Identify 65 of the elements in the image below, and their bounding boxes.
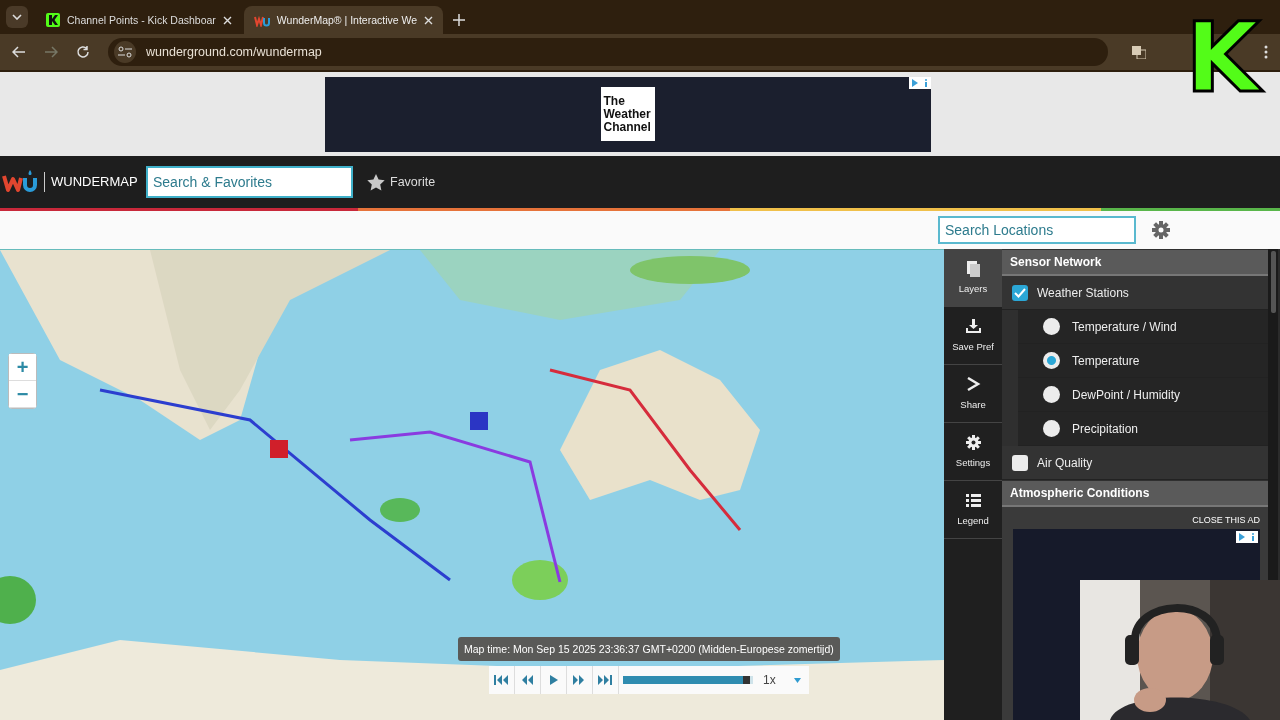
k-favicon-icon xyxy=(46,13,60,27)
close-icon xyxy=(424,15,434,25)
close-icon xyxy=(222,15,232,25)
tab-title: Channel Points - Kick Dashboar xyxy=(67,14,216,26)
wu-logo-icon xyxy=(2,170,38,194)
brand-name: WUNDERMAP xyxy=(44,172,138,192)
caret-icon xyxy=(793,677,801,683)
skip-to-end-icon xyxy=(598,674,614,686)
zoom-in-button[interactable]: + xyxy=(9,354,36,381)
more-icon[interactable] xyxy=(1264,45,1268,59)
option-label: Air Quality xyxy=(1037,455,1093,470)
section-header[interactable]: Atmospheric Conditions xyxy=(1002,481,1268,507)
pages-icon xyxy=(965,261,981,277)
ad-banner[interactable]: The Weather Channel xyxy=(324,76,931,152)
settings-icon[interactable] xyxy=(1152,221,1170,239)
chevron-down-icon xyxy=(12,14,22,20)
radio-button[interactable] xyxy=(1043,386,1060,403)
speed-dropdown[interactable]: 1x xyxy=(753,666,809,694)
download-icon xyxy=(965,319,981,335)
logo-text: Channel xyxy=(603,120,652,134)
star-icon xyxy=(367,173,385,191)
scrollbar-thumb[interactable] xyxy=(1271,251,1276,313)
close-tab-button[interactable] xyxy=(424,15,434,25)
radio-button[interactable] xyxy=(1043,318,1060,335)
list-icon xyxy=(965,493,981,509)
option-label: Precipitation xyxy=(1072,421,1139,436)
location-search-field[interactable]: Search Locations xyxy=(938,216,1136,244)
favorite-button[interactable]: Favorite xyxy=(367,173,436,191)
browser-tab[interactable]: WunderMap® | Interactive We xyxy=(243,6,444,34)
option-label: Temperature xyxy=(1072,353,1140,368)
forward-icon[interactable] xyxy=(44,46,58,58)
checkbox[interactable] xyxy=(1012,454,1028,471)
reload-icon[interactable] xyxy=(76,45,90,59)
checkbox[interactable] xyxy=(1012,284,1028,301)
back-icon[interactable] xyxy=(12,46,26,58)
ad-choices-icon xyxy=(908,76,931,89)
close-ad-link[interactable]: CLOSE THIS AD xyxy=(1192,515,1260,525)
settings-icon xyxy=(965,435,981,451)
logo-text: The xyxy=(603,94,626,108)
speed-value: 1x xyxy=(763,673,776,687)
tab-list-button[interactable] xyxy=(6,6,28,28)
browser-tab[interactable]: Channel Points - Kick Dashboar xyxy=(36,6,242,34)
rewind-icon xyxy=(520,674,536,686)
url-text: wunderground.com/wundermap xyxy=(146,45,322,59)
option-label: Weather Stations xyxy=(1037,285,1129,300)
ad-choices-icon xyxy=(1236,531,1258,543)
favorite-label: Favorite xyxy=(390,175,436,189)
sidebar-tab[interactable]: Layers xyxy=(944,249,1002,307)
translate-icon[interactable] xyxy=(1132,45,1146,59)
search-field[interactable]: Search & Favorites xyxy=(146,166,353,198)
tab-title: WunderMap® | Interactive We xyxy=(276,14,418,26)
share-icon xyxy=(965,377,981,393)
checkmark-icon xyxy=(1014,287,1026,298)
option-label: Temperature / Wind xyxy=(1072,319,1177,334)
site-settings-icon xyxy=(118,46,132,58)
logo-text: Weather xyxy=(603,107,652,121)
new-tab-icon[interactable] xyxy=(453,14,466,26)
radio-button[interactable] xyxy=(1043,352,1060,369)
option-label: DewPoint / Humidity xyxy=(1072,387,1181,402)
section-header[interactable]: Sensor Network xyxy=(1002,250,1268,276)
skip-to-start-icon xyxy=(494,674,510,686)
radio-button[interactable] xyxy=(1043,420,1060,437)
map-time-tooltip: Map time: Mon Sep 15 2025 23:36:37 GMT+0200 (Midden-Europese zomertijd) xyxy=(458,637,840,661)
close-tab-button[interactable] xyxy=(222,15,232,25)
address-bar[interactable]: wunderground.com/wundermap xyxy=(108,38,1108,66)
